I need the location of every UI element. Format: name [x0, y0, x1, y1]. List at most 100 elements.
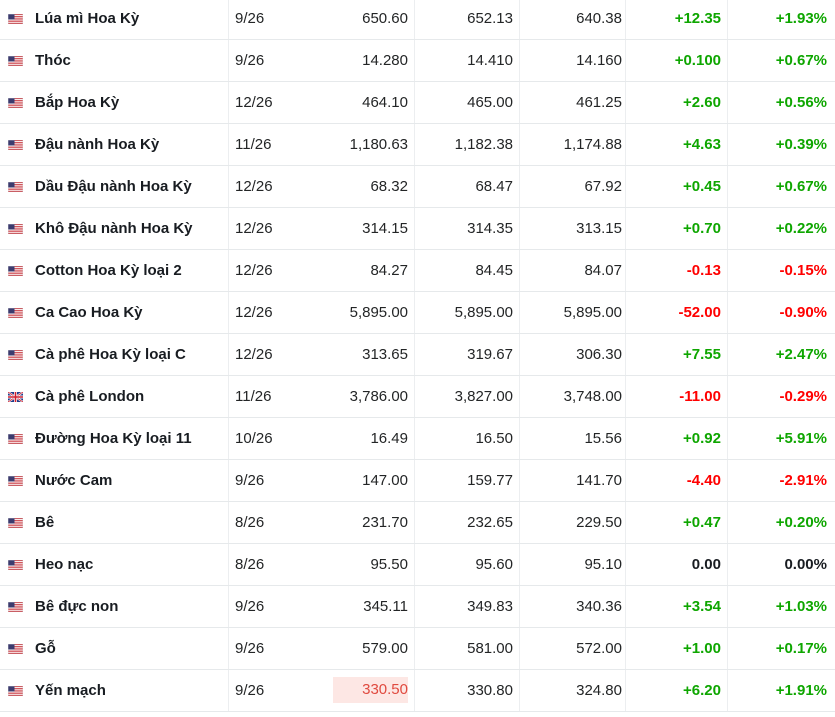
- high-price: 68.47: [475, 178, 513, 195]
- commodity-name[interactable]: Yến mạch: [35, 670, 106, 712]
- us-flag-icon: [8, 308, 23, 318]
- last-price: 313.65: [362, 346, 408, 363]
- us-flag-icon: [8, 434, 23, 444]
- commodity-name-cell[interactable]: Bê: [8, 502, 228, 544]
- commodity-name-cell[interactable]: Dầu Đậu nành Hoa Kỳ: [8, 166, 228, 208]
- commodity-name[interactable]: Dầu Đậu nành Hoa Kỳ: [35, 166, 192, 208]
- last-price: 5,895.00: [349, 304, 408, 321]
- last-price: 579.00: [362, 640, 408, 657]
- commodity-name[interactable]: Bê: [35, 502, 54, 544]
- contract-month: 9/26: [235, 472, 265, 489]
- commodity-name-cell[interactable]: Bắp Hoa Kỳ: [8, 82, 228, 124]
- commodity-name-cell[interactable]: Cà phê London: [8, 376, 228, 418]
- change-value: +3.54: [683, 598, 721, 615]
- change-percent: +0.67%: [775, 178, 827, 195]
- change-value: -52.00: [678, 304, 721, 321]
- change-percent: +0.22%: [775, 220, 827, 237]
- last-price: 464.10: [362, 94, 408, 111]
- table-row[interactable]: Gỗ 9/26 579.00 581.00 572.00 +1.00 +0.17…: [0, 628, 835, 670]
- commodity-name-cell[interactable]: Cà phê Hoa Kỳ loại C: [8, 334, 228, 376]
- change-value: +12.35: [674, 10, 721, 27]
- commodity-name[interactable]: Cà phê Hoa Kỳ loại C: [35, 334, 186, 376]
- change-value: +0.70: [683, 220, 721, 237]
- contract-month: 11/26: [235, 388, 272, 405]
- low-price: 14.160: [576, 52, 622, 69]
- commodity-name[interactable]: Bắp Hoa Kỳ: [35, 82, 119, 124]
- low-price: 15.56: [584, 430, 622, 447]
- change-value: +0.92: [683, 430, 721, 447]
- commodity-name[interactable]: Cà phê London: [35, 376, 144, 418]
- contract-month: 9/26: [235, 10, 265, 27]
- us-flag-icon: [8, 56, 23, 66]
- contract-month: 12/26: [235, 178, 273, 195]
- commodity-name[interactable]: Gỗ: [35, 628, 56, 670]
- table-row[interactable]: Yến mạch 9/26 330.50 330.80 324.80 +6.20…: [0, 670, 835, 712]
- commodity-name[interactable]: Lúa mì Hoa Kỳ: [35, 0, 139, 40]
- commodity-name-cell[interactable]: Đường Hoa Kỳ loại 11: [8, 418, 228, 460]
- table-row[interactable]: Bê 8/26 231.70 232.65 229.50 +0.47 +0.20…: [0, 502, 835, 544]
- commodity-name[interactable]: Bê đực non: [35, 586, 118, 628]
- change-percent: +0.67%: [775, 52, 827, 69]
- commodity-name-cell[interactable]: Thóc: [8, 40, 228, 82]
- table-row[interactable]: Đường Hoa Kỳ loại 11 10/26 16.49 16.50 1…: [0, 418, 835, 460]
- commodity-name[interactable]: Heo nạc: [35, 544, 93, 586]
- high-price: 465.00: [467, 94, 513, 111]
- table-row[interactable]: Heo nạc 8/26 95.50 95.60 95.10 0.00 0.00…: [0, 544, 835, 586]
- change-percent: +0.56%: [775, 94, 827, 111]
- table-row[interactable]: Thóc 9/26 14.280 14.410 14.160 +0.100 +0…: [0, 40, 835, 82]
- contract-month: 8/26: [235, 556, 265, 573]
- contract-month: 12/26: [235, 220, 273, 237]
- commodity-name[interactable]: Ca Cao Hoa Kỳ: [35, 292, 143, 334]
- low-price: 1,174.88: [563, 136, 622, 153]
- change-percent: -0.29%: [779, 388, 827, 405]
- change-percent: -0.90%: [779, 304, 827, 321]
- change-value: +6.20: [683, 682, 721, 699]
- commodity-name[interactable]: Đậu nành Hoa Kỳ: [35, 124, 159, 166]
- us-flag-icon: [8, 224, 23, 234]
- change-value: +1.00: [683, 640, 721, 657]
- commodity-name[interactable]: Cotton Hoa Kỳ loại 2: [35, 250, 182, 292]
- last-price: 14.280: [362, 52, 408, 69]
- commodity-name-cell[interactable]: Yến mạch: [8, 670, 228, 712]
- commodity-name[interactable]: Nước Cam: [35, 460, 112, 502]
- last-price: 650.60: [362, 10, 408, 27]
- us-flag-icon: [8, 266, 23, 276]
- table-row[interactable]: Cà phê London 11/26 3,786.00 3,827.00 3,…: [0, 376, 835, 418]
- commodity-name-cell[interactable]: Khô Đậu nành Hoa Kỳ: [8, 208, 228, 250]
- commodity-name-cell[interactable]: Lúa mì Hoa Kỳ: [8, 0, 228, 40]
- commodity-name-cell[interactable]: Nước Cam: [8, 460, 228, 502]
- table-row[interactable]: Bắp Hoa Kỳ 12/26 464.10 465.00 461.25 +2…: [0, 82, 835, 124]
- change-value: +0.100: [674, 52, 721, 69]
- commodity-name-cell[interactable]: Cotton Hoa Kỳ loại 2: [8, 250, 228, 292]
- last-price: 314.15: [362, 220, 408, 237]
- commodities-table: Lúa mì Hoa Kỳ 9/26 650.60 652.13 640.38 …: [0, 0, 835, 712]
- table-row[interactable]: Lúa mì Hoa Kỳ 9/26 650.60 652.13 640.38 …: [0, 0, 835, 40]
- table-row[interactable]: Dầu Đậu nành Hoa Kỳ 12/26 68.32 68.47 67…: [0, 166, 835, 208]
- low-price: 229.50: [576, 514, 622, 531]
- low-price: 461.25: [576, 94, 622, 111]
- table-row[interactable]: Bê đực non 9/26 345.11 349.83 340.36 +3.…: [0, 586, 835, 628]
- commodity-name[interactable]: Thóc: [35, 40, 71, 82]
- contract-month: 12/26: [235, 304, 273, 321]
- commodity-name-cell[interactable]: Ca Cao Hoa Kỳ: [8, 292, 228, 334]
- high-price: 95.60: [475, 556, 513, 573]
- contract-month: 12/26: [235, 346, 273, 363]
- table-row[interactable]: Ca Cao Hoa Kỳ 12/26 5,895.00 5,895.00 5,…: [0, 292, 835, 334]
- last-price: 95.50: [370, 556, 408, 573]
- commodity-name-cell[interactable]: Gỗ: [8, 628, 228, 670]
- commodity-name-cell[interactable]: Đậu nành Hoa Kỳ: [8, 124, 228, 166]
- commodity-name[interactable]: Khô Đậu nành Hoa Kỳ: [35, 208, 193, 250]
- contract-month: 9/26: [235, 640, 265, 657]
- last-price: 16.49: [370, 430, 408, 447]
- commodity-name-cell[interactable]: Heo nạc: [8, 544, 228, 586]
- commodity-name-cell[interactable]: Bê đực non: [8, 586, 228, 628]
- last-price: 147.00: [362, 472, 408, 489]
- commodity-name[interactable]: Đường Hoa Kỳ loại 11: [35, 418, 192, 460]
- table-row[interactable]: Khô Đậu nành Hoa Kỳ 12/26 314.15 314.35 …: [0, 208, 835, 250]
- table-row[interactable]: Cà phê Hoa Kỳ loại C 12/26 313.65 319.67…: [0, 334, 835, 376]
- us-flag-icon: [8, 476, 23, 486]
- contract-month: 9/26: [235, 598, 265, 615]
- table-row[interactable]: Đậu nành Hoa Kỳ 11/26 1,180.63 1,182.38 …: [0, 124, 835, 166]
- table-row[interactable]: Cotton Hoa Kỳ loại 2 12/26 84.27 84.45 8…: [0, 250, 835, 292]
- table-row[interactable]: Nước Cam 9/26 147.00 159.77 141.70 -4.40…: [0, 460, 835, 502]
